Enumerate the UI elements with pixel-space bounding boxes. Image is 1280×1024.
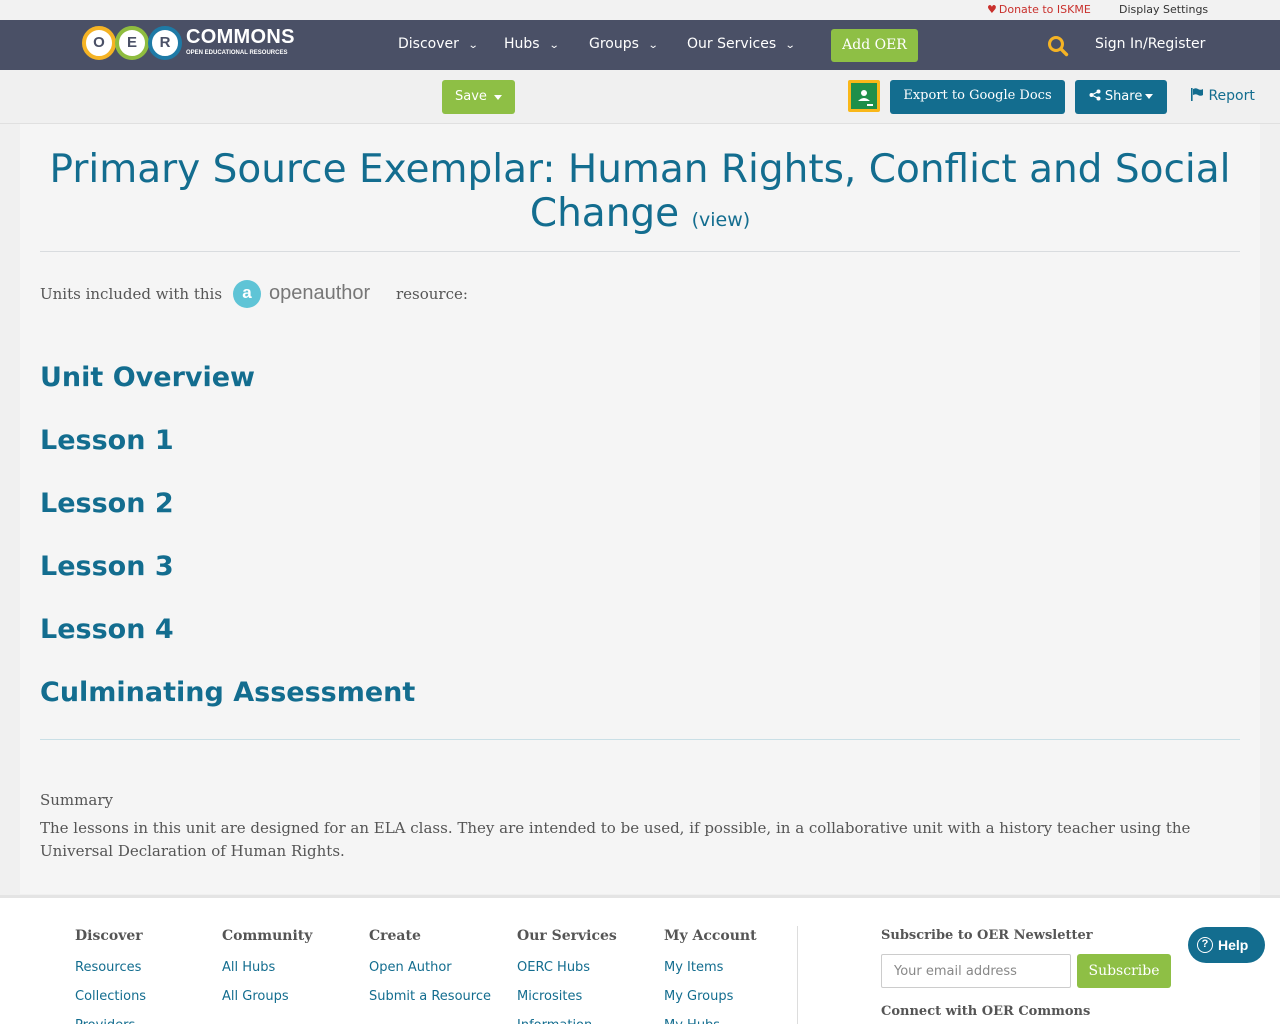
footer-divider bbox=[797, 926, 798, 1024]
footer-link-all-groups[interactable]: All Groups bbox=[222, 982, 312, 1011]
nav-hubs-label: Hubs bbox=[504, 36, 540, 52]
footer-link-providers[interactable]: Providers bbox=[75, 1011, 146, 1024]
footer-heading: Create bbox=[369, 928, 421, 944]
footer-heading: My Account bbox=[664, 928, 757, 944]
open-author-logo: a openauthor bbox=[233, 278, 388, 310]
lesson-3-link[interactable]: Lesson 3 bbox=[40, 551, 174, 582]
resource-content: Primary Source Exemplar: Human Rights, C… bbox=[20, 124, 1260, 894]
caret-down-icon bbox=[1145, 94, 1154, 99]
donate-link[interactable]: ♥ Donate to ISKME bbox=[987, 3, 1091, 16]
main-nav: O E R COMMONS OPEN EDUCATIONAL RESOURCES… bbox=[0, 20, 1280, 70]
lesson-2-link[interactable]: Lesson 2 bbox=[40, 488, 174, 519]
google-classroom-board bbox=[851, 83, 877, 109]
nav-groups[interactable]: Groups ⌄ bbox=[589, 36, 659, 52]
footer-col-community: Community All Hubs All Groups bbox=[222, 928, 312, 1011]
footer-link-all-hubs[interactable]: All Hubs bbox=[222, 953, 312, 982]
nav-hubs[interactable]: Hubs ⌄ bbox=[504, 36, 560, 52]
logo-letter-e: E bbox=[115, 26, 149, 60]
footer-link-my-items[interactable]: My Items bbox=[664, 953, 757, 982]
save-button[interactable]: Save bbox=[442, 80, 515, 114]
footer-heading: Our Services bbox=[517, 928, 617, 944]
chevron-down-icon: ⌄ bbox=[467, 40, 479, 51]
flag-icon bbox=[1191, 88, 1203, 101]
footer-col-create: Create Open Author Submit a Resource bbox=[369, 928, 491, 1011]
question-icon: ? bbox=[1197, 937, 1213, 953]
footer-link-my-hubs[interactable]: My Hubs bbox=[664, 1011, 757, 1024]
logo-tagline: OPEN EDUCATIONAL RESOURCES bbox=[186, 50, 288, 56]
footer-heading: Community bbox=[222, 928, 313, 944]
footer-link-resources[interactable]: Resources bbox=[75, 953, 146, 982]
logo-letter-r: R bbox=[148, 26, 182, 60]
footer-link-my-groups[interactable]: My Groups bbox=[664, 982, 757, 1011]
footer-col-our-services: Our Services OERC Hubs Microsites Inform… bbox=[517, 928, 617, 1024]
footer-link-submit-resource[interactable]: Submit a Resource bbox=[369, 982, 491, 1011]
help-label: Help bbox=[1218, 937, 1249, 953]
summary-heading: Summary bbox=[40, 791, 113, 809]
heart-icon: ♥ bbox=[987, 3, 997, 16]
google-classroom-icon[interactable] bbox=[848, 80, 880, 112]
footer-link-microsites[interactable]: Microsites bbox=[517, 982, 617, 1011]
lesson-4-link[interactable]: Lesson 4 bbox=[40, 614, 174, 645]
units-label: Units included with this bbox=[40, 285, 223, 303]
logo-letter-o: O bbox=[82, 26, 116, 60]
footer-link-open-author[interactable]: Open Author bbox=[369, 953, 491, 982]
report-label: Report bbox=[1208, 88, 1255, 104]
export-google-docs-button[interactable]: Export to Google Docs bbox=[890, 80, 1065, 114]
share-icon bbox=[1089, 89, 1101, 101]
footer-link-oerc-hubs[interactable]: OERC Hubs bbox=[517, 953, 617, 982]
resource-label: resource: bbox=[396, 285, 468, 303]
oer-commons-logo[interactable]: O E R COMMONS OPEN EDUCATIONAL RESOURCES bbox=[82, 26, 294, 62]
subscribe-button[interactable]: Subscribe bbox=[1077, 954, 1171, 988]
save-label: Save bbox=[455, 89, 487, 104]
logo-word: COMMONS bbox=[186, 26, 295, 48]
report-link[interactable]: Report bbox=[1190, 88, 1255, 104]
utility-bar: ♥ Donate to ISKME Display Settings bbox=[0, 0, 1280, 20]
chevron-down-icon: ⌄ bbox=[548, 40, 560, 51]
footer-col-discover: Discover Resources Collections Providers bbox=[75, 928, 146, 1024]
lesson-1-link[interactable]: Lesson 1 bbox=[40, 425, 174, 456]
footer-link-collections[interactable]: Collections bbox=[75, 982, 146, 1011]
newsletter-heading: Subscribe to OER Newsletter bbox=[881, 928, 1093, 943]
sign-in-register-link[interactable]: Sign In/Register bbox=[1095, 36, 1205, 52]
share-button[interactable]: Share bbox=[1075, 80, 1167, 114]
footer-link-information[interactable]: Information bbox=[517, 1011, 617, 1024]
display-settings-link[interactable]: Display Settings bbox=[1119, 3, 1208, 16]
unit-overview-link[interactable]: Unit Overview bbox=[40, 362, 255, 393]
resource-toolbar: Save Export to Google Docs Share Report bbox=[0, 70, 1280, 124]
classroom-person-icon bbox=[858, 90, 873, 106]
nav-groups-label: Groups bbox=[589, 36, 639, 52]
nav-our-services-label: Our Services bbox=[687, 36, 777, 52]
donate-label: Donate to ISKME bbox=[998, 3, 1091, 16]
footer: Discover Resources Collections Providers… bbox=[0, 895, 1280, 1024]
footer-col-my-account: My Account My Items My Groups My Hubs bbox=[664, 928, 757, 1024]
divider bbox=[40, 739, 1240, 740]
search-icon[interactable] bbox=[1047, 35, 1069, 57]
footer-heading: Discover bbox=[75, 928, 143, 944]
newsletter-email-input[interactable] bbox=[881, 954, 1071, 988]
add-oer-button[interactable]: Add OER bbox=[831, 29, 918, 62]
caret-down-icon bbox=[494, 95, 502, 100]
divider bbox=[40, 251, 1240, 252]
help-button[interactable]: ? Help bbox=[1188, 927, 1265, 963]
open-author-a-icon: a bbox=[233, 280, 261, 308]
nav-discover[interactable]: Discover ⌄ bbox=[398, 36, 479, 52]
nav-our-services[interactable]: Our Services ⌄ bbox=[687, 36, 796, 52]
nav-discover-label: Discover bbox=[398, 36, 459, 52]
share-label: Share bbox=[1104, 89, 1143, 104]
connect-heading: Connect with OER Commons bbox=[881, 1004, 1091, 1019]
chevron-down-icon: ⌄ bbox=[784, 40, 796, 51]
view-link[interactable]: (view) bbox=[692, 209, 751, 231]
culminating-assessment-link[interactable]: Culminating Assessment bbox=[40, 677, 415, 708]
open-author-wordmark: openauthor bbox=[269, 282, 371, 304]
chevron-down-icon: ⌄ bbox=[647, 40, 659, 51]
summary-text: The lessons in this unit are designed fo… bbox=[40, 819, 1191, 860]
page-title: Primary Source Exemplar: Human Rights, C… bbox=[40, 148, 1240, 242]
resource-title: Primary Source Exemplar: Human Rights, C… bbox=[49, 147, 1231, 236]
